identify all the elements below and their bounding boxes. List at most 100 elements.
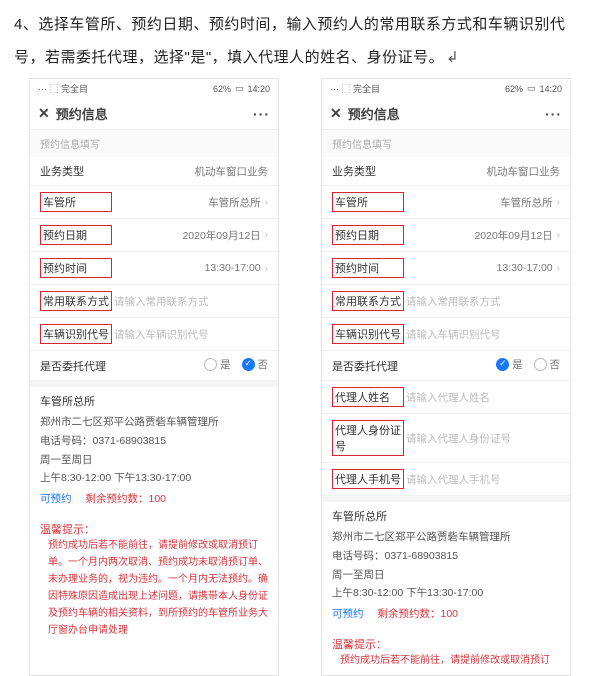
- office-hours: 上午8:30-12:00 下午13:30-17:00: [40, 469, 268, 488]
- row-delegate: 是否委托代理 是 否: [322, 351, 570, 381]
- tips-title: 温馨提示：: [30, 517, 278, 537]
- input-contact[interactable]: 请输入常用联系方式: [112, 294, 268, 309]
- battery-icon: ▭: [235, 83, 244, 94]
- back-icon[interactable]: ✕: [330, 105, 342, 122]
- status-left: ··· ⬚ 完全目: [330, 82, 380, 95]
- return-symbol: [444, 49, 459, 66]
- nav-bar: ✕ 预约信息 ···: [30, 98, 278, 130]
- tips-body: 预约成功后若不能前往，请提前修改或取消预订: [322, 652, 570, 675]
- row-contact[interactable]: 常用联系方式 请输入常用联系方式: [322, 285, 570, 318]
- phone-pair: ··· ⬚ 完全目 62% ▭ 14:20 ✕ 预约信息 ··· 预约信息填写 …: [0, 78, 600, 676]
- label-agent-phone: 代理人手机号: [332, 469, 404, 489]
- row-vin[interactable]: 车辆识别代号 请输入车辆识别代号: [30, 318, 278, 351]
- input-agent-id[interactable]: 请输入代理人身份证号: [404, 431, 560, 446]
- row-agent-id[interactable]: 代理人身份证号 请输入代理人身份证号: [322, 414, 570, 463]
- label-vin: 车辆识别代号: [40, 324, 112, 344]
- label-agent-id: 代理人身份证号: [332, 420, 404, 456]
- office-info: 车管所总所 郑州市二七区郑平公路贾砦车辆管理所 电话号码：0371-689038…: [322, 502, 570, 632]
- more-icon[interactable]: ···: [253, 106, 270, 122]
- value-biztype: 机动车窗口业务: [404, 164, 560, 179]
- status-battery: 62%: [213, 84, 231, 94]
- row-biztype: 业务类型 机动车窗口业务: [322, 157, 570, 186]
- bookable-link[interactable]: 可预约: [40, 490, 72, 509]
- radio-yes[interactable]: 是: [204, 357, 231, 372]
- row-office[interactable]: 车管所 车管所总所 ›: [322, 186, 570, 219]
- input-contact[interactable]: 请输入常用联系方式: [404, 294, 560, 309]
- remain-count: 剩余预约数：100: [378, 605, 459, 624]
- page-title: 预约信息: [348, 104, 400, 123]
- row-vin[interactable]: 车辆识别代号 请输入车辆识别代号: [322, 318, 570, 351]
- row-office[interactable]: 车管所 车管所总所 ›: [30, 186, 278, 219]
- phone-label: 电话号码：: [40, 435, 93, 447]
- status-bar: ··· ⬚ 完全目 62% ▭ 14:20: [30, 79, 278, 98]
- value-office: 车管所总所: [112, 195, 261, 210]
- status-battery: 62%: [505, 84, 523, 94]
- row-agent-name[interactable]: 代理人姓名 请输入代理人姓名: [322, 381, 570, 414]
- status-left: ··· ⬚ 完全目: [38, 82, 88, 95]
- label-vin: 车辆识别代号: [332, 324, 404, 344]
- chevron-right-icon: ›: [265, 197, 268, 208]
- phone-right: ··· ⬚ 完全目 62% ▭ 14:20 ✕ 预约信息 ··· 预约信息填写 …: [321, 78, 571, 676]
- office-days: 周一至周日: [40, 451, 268, 470]
- value-biztype: 机动车窗口业务: [112, 164, 268, 179]
- label-date: 预约日期: [332, 225, 404, 245]
- chevron-right-icon: ›: [265, 263, 268, 274]
- radio-yes[interactable]: 是: [496, 357, 523, 372]
- status-bar: ··· ⬚ 完全目 62% ▭ 14:20: [322, 79, 570, 98]
- phone-left: ··· ⬚ 完全目 62% ▭ 14:20 ✕ 预约信息 ··· 预约信息填写 …: [29, 78, 279, 676]
- label-time: 预约时间: [40, 258, 112, 278]
- office-name: 车管所总所: [40, 393, 268, 413]
- label-agent-name: 代理人姓名: [332, 387, 404, 407]
- phone-label: 电话号码：: [332, 550, 385, 562]
- chevron-right-icon: ›: [265, 230, 268, 241]
- label-delegate: 是否委托代理: [40, 358, 112, 374]
- row-delegate: 是否委托代理 是 否: [30, 351, 278, 381]
- label-office: 车管所: [40, 192, 112, 212]
- remain-count: 剩余预约数：100: [86, 490, 167, 509]
- input-agent-name[interactable]: 请输入代理人姓名: [404, 390, 560, 405]
- value-office: 车管所总所: [404, 195, 553, 210]
- back-icon[interactable]: ✕: [38, 105, 50, 122]
- label-delegate: 是否委托代理: [332, 358, 404, 374]
- battery-icon: ▭: [527, 83, 536, 94]
- row-agent-phone[interactable]: 代理人手机号 请输入代理人手机号: [322, 463, 570, 496]
- row-contact[interactable]: 常用联系方式 请输入常用联系方式: [30, 285, 278, 318]
- label-contact: 常用联系方式: [332, 291, 404, 311]
- office-days: 周一至周日: [332, 566, 560, 585]
- label-contact: 常用联系方式: [40, 291, 112, 311]
- chevron-right-icon: ›: [557, 263, 560, 274]
- bookable-link[interactable]: 可预约: [332, 605, 364, 624]
- section-title: 预约信息填写: [30, 130, 278, 157]
- office-phone: 0371-68903815: [93, 435, 167, 447]
- tips-title: 温馨提示：: [322, 632, 570, 652]
- row-time[interactable]: 预约时间 13:30-17:00 ›: [30, 252, 278, 285]
- row-biztype: 业务类型 机动车窗口业务: [30, 157, 278, 186]
- row-time[interactable]: 预约时间 13:30-17:00 ›: [322, 252, 570, 285]
- radio-no[interactable]: 否: [242, 357, 269, 372]
- office-phone: 0371-68903815: [385, 550, 459, 562]
- section-title: 预约信息填写: [322, 130, 570, 157]
- value-date: 2020年09月12日: [112, 228, 261, 243]
- radio-no[interactable]: 否: [534, 357, 561, 372]
- label-biztype: 业务类型: [40, 163, 112, 179]
- value-date: 2020年09月12日: [404, 228, 553, 243]
- tips-body: 预约成功后若不能前往，请提前修改或取消预订单。一个月内两次取消、预约成功未取消预…: [30, 537, 278, 645]
- input-agent-phone[interactable]: 请输入代理人手机号: [404, 472, 560, 487]
- nav-bar: ✕ 预约信息 ···: [322, 98, 570, 130]
- value-time: 13:30-17:00: [112, 262, 261, 274]
- office-info: 车管所总所 郑州市二七区郑平公路贾砦车辆管理所 电话号码：0371-689038…: [30, 387, 278, 517]
- label-office: 车管所: [332, 192, 404, 212]
- office-name: 车管所总所: [332, 508, 560, 528]
- row-date[interactable]: 预约日期 2020年09月12日 ›: [30, 219, 278, 252]
- label-date: 预约日期: [40, 225, 112, 245]
- office-hours: 上午8:30-12:00 下午13:30-17:00: [332, 584, 560, 603]
- input-vin[interactable]: 请输入车辆识别代号: [112, 327, 268, 342]
- office-address: 郑州市二七区郑平公路贾砦车辆管理所: [40, 413, 268, 432]
- label-time: 预约时间: [332, 258, 404, 278]
- input-vin[interactable]: 请输入车辆识别代号: [404, 327, 560, 342]
- chevron-right-icon: ›: [557, 197, 560, 208]
- status-time: 14:20: [247, 84, 270, 94]
- more-icon[interactable]: ···: [545, 106, 562, 122]
- instruction-text: 4、选择车管所、预约日期、预约时间，输入预约人的常用联系方式和车辆识别代号，若需…: [0, 0, 600, 78]
- row-date[interactable]: 预约日期 2020年09月12日 ›: [322, 219, 570, 252]
